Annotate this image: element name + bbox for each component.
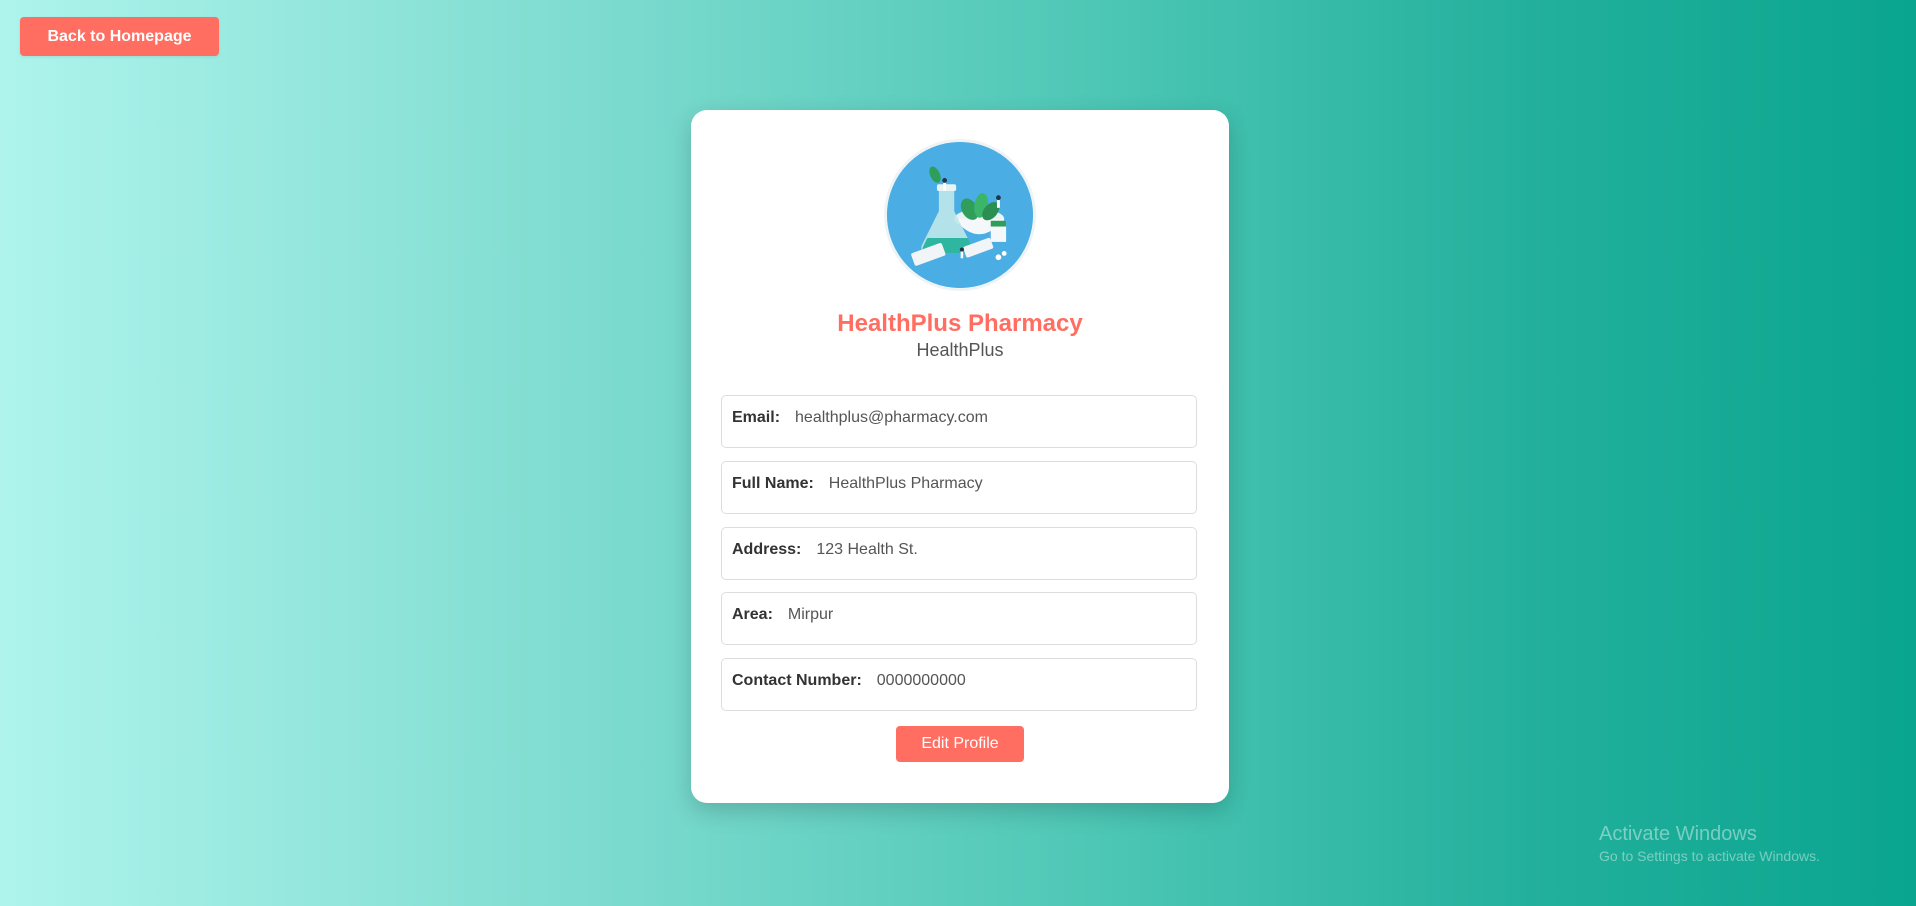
pharmacy-illustration-icon <box>887 142 1033 288</box>
area-value: Mirpur <box>787 606 834 623</box>
profile-avatar <box>884 139 1036 291</box>
contact-number-value: 0000000000 <box>876 672 966 689</box>
email-field: Email: healthplus@pharmacy.com <box>721 395 1197 448</box>
pharmacy-username: HealthPlus <box>916 340 1004 360</box>
email-value: healthplus@pharmacy.com <box>795 409 988 426</box>
full-name-value: HealthPlus Pharmacy <box>828 475 983 492</box>
address-value: 123 Health St. <box>816 541 918 558</box>
contact-number-field: Contact Number: 0000000000 <box>721 658 1197 711</box>
full-name-label: Full Name: <box>732 475 814 492</box>
address-field: Address: 123 Health St. <box>721 527 1197 580</box>
address-label: Address: <box>732 541 802 558</box>
pharmacy-name: HealthPlus Pharmacy <box>837 310 1083 337</box>
edit-profile-button[interactable]: Edit Profile <box>896 726 1024 762</box>
watermark-title: Activate Windows <box>1599 823 1757 845</box>
area-label: Area: <box>732 606 773 623</box>
contact-number-label: Contact Number: <box>732 672 862 689</box>
watermark-subtitle: Go to Settings to activate Windows. <box>1599 848 1820 864</box>
email-label: Email: <box>732 409 781 426</box>
full-name-field: Full Name: HealthPlus Pharmacy <box>721 461 1197 514</box>
activate-windows-watermark: Activate Windows Go to Settings to activ… <box>1599 822 1820 866</box>
profile-card: HealthPlus Pharmacy HealthPlus Email: he… <box>691 110 1229 803</box>
area-field: Area: Mirpur <box>721 592 1197 645</box>
back-to-homepage-button[interactable]: Back to Homepage <box>20 17 219 56</box>
